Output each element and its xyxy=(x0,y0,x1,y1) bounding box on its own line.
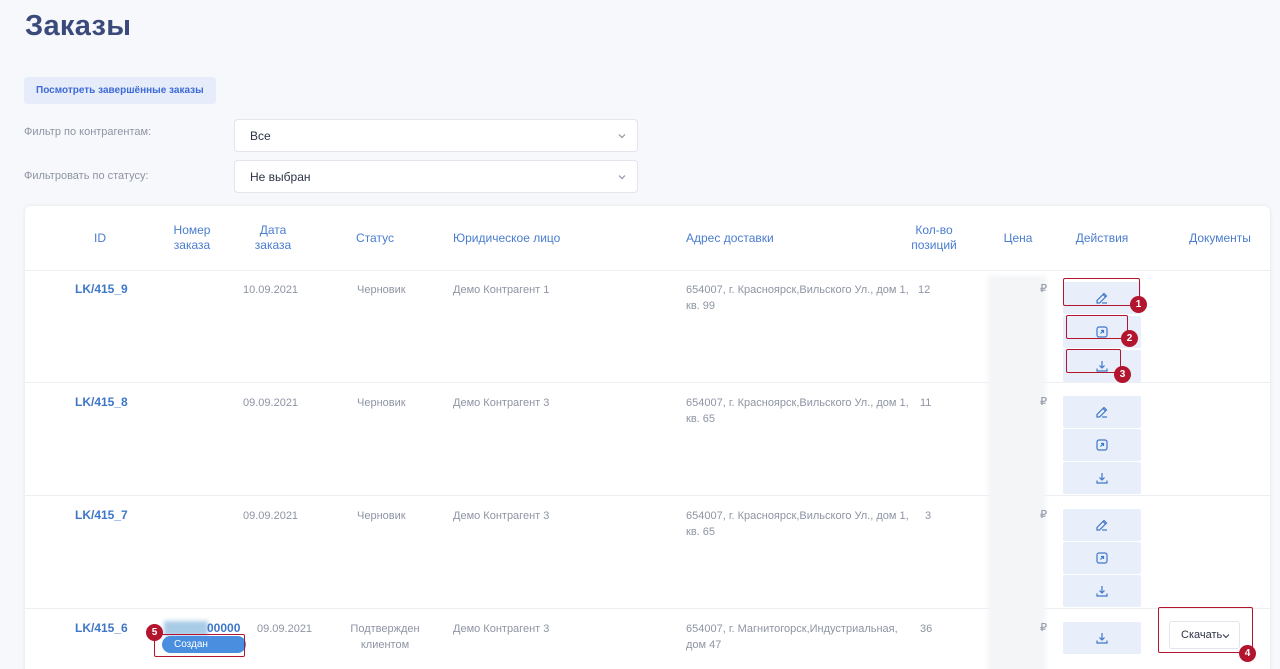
redacted-price-column xyxy=(988,276,1046,669)
legal-entity: Демо Контрагент 3 xyxy=(453,623,550,635)
download-order-button[interactable] xyxy=(1063,462,1141,494)
order-status: Подтвержден клиентом xyxy=(350,623,420,651)
header-order-number: Номер заказа xyxy=(173,223,211,252)
annotation-marker-5: 5 xyxy=(146,624,163,641)
open-external-icon xyxy=(1096,552,1108,564)
order-id-link[interactable]: LK/415_7 xyxy=(75,507,128,523)
delivery-address: 654007, г. Красноярск,Вильского Ул., дом… xyxy=(686,510,909,538)
order-status-pill: Создан xyxy=(162,636,246,653)
open-external-icon xyxy=(1096,326,1108,338)
order-date: 09.09.2021 xyxy=(243,397,299,409)
counterparty-filter-label: Фильтр по контрагентам: xyxy=(24,126,152,138)
annotation-marker-3: 3 xyxy=(1114,366,1131,383)
order-id-link[interactable]: LK/415_6 xyxy=(75,620,128,636)
header-date: Дата заказа xyxy=(254,223,292,252)
header-actions: Действия xyxy=(1075,230,1129,245)
edit-icon xyxy=(1096,292,1108,304)
download-order-button[interactable] xyxy=(1063,575,1141,607)
edit-order-button[interactable] xyxy=(1063,396,1141,428)
price-currency-overlay: ₽ xyxy=(1040,509,1047,521)
order-status: Черновик xyxy=(357,397,406,409)
order-status: Черновик xyxy=(357,510,406,522)
download-order-button[interactable] xyxy=(1063,622,1141,654)
documents-download-dropdown[interactable]: Скачать xyxy=(1169,621,1240,649)
order-number: 00000 xyxy=(207,621,241,635)
page-title: Заказы xyxy=(25,10,132,42)
orders-table: ID Номер заказа Дата заказа Статус Юриди… xyxy=(25,206,1270,669)
counterparty-filter-select[interactable]: Все xyxy=(234,119,638,152)
redacted-order-prefix xyxy=(164,621,208,636)
header-address: Адрес доставки xyxy=(686,230,774,245)
status-filter-value: Не выбран xyxy=(250,169,311,184)
delivery-address: 654007, г. Красноярск,Вильского Ул., дом… xyxy=(686,397,909,425)
header-quantity: Кол-во позиций xyxy=(911,223,957,252)
counterparty-filter-value: Все xyxy=(250,128,271,143)
delivery-address: 654007, г. Магнитогорск,Индустриальная, … xyxy=(686,623,898,651)
header-id: ID xyxy=(94,230,106,245)
open-order-button[interactable] xyxy=(1063,429,1141,461)
edit-icon xyxy=(1096,406,1108,418)
download-icon xyxy=(1096,473,1108,484)
order-date: 10.09.2021 xyxy=(243,284,299,296)
edit-icon xyxy=(1096,519,1108,531)
status-filter-label: Фильтровать по статусу: xyxy=(24,170,149,182)
edit-order-button[interactable] xyxy=(1063,509,1141,541)
header-price: Цена xyxy=(1003,230,1033,245)
open-external-icon xyxy=(1096,439,1108,451)
order-id-link[interactable]: LK/415_9 xyxy=(75,281,128,297)
price-currency-overlay: ₽ xyxy=(1040,396,1047,408)
edit-order-button[interactable] xyxy=(1063,282,1141,314)
order-status: Черновик xyxy=(357,284,406,296)
open-order-button[interactable] xyxy=(1063,542,1141,574)
chevron-down-icon xyxy=(618,134,626,139)
table-row: LK/415_9 10.09.2021 Черновик Демо Контра… xyxy=(25,271,1270,383)
chevron-down-icon xyxy=(618,175,626,180)
price-currency-overlay: ₽ xyxy=(1040,283,1047,295)
download-icon xyxy=(1096,361,1108,372)
chevron-down-icon xyxy=(1222,634,1230,639)
order-id-link[interactable]: LK/415_8 xyxy=(75,394,128,410)
header-status: Статус xyxy=(356,230,394,245)
download-dropdown-label: Скачать xyxy=(1181,629,1223,641)
order-date: 09.09.2021 xyxy=(257,623,313,635)
header-legal-entity: Юридическое лицо xyxy=(453,230,561,245)
table-row: LK/415_7 09.09.2021 Черновик Демо Контра… xyxy=(25,497,1270,609)
annotation-marker-1: 1 xyxy=(1130,296,1147,313)
download-icon xyxy=(1096,586,1108,597)
order-date: 09.09.2021 xyxy=(243,510,299,522)
table-row: LK/415_8 09.09.2021 Черновик Демо Контра… xyxy=(25,384,1270,496)
legal-entity: Демо Контрагент 3 xyxy=(453,397,550,409)
download-icon xyxy=(1096,633,1108,644)
positions-count: 12 xyxy=(918,284,931,296)
positions-count: 36 xyxy=(920,623,933,635)
price-currency-overlay: ₽ xyxy=(1040,622,1047,634)
annotation-marker-4: 4 xyxy=(1239,645,1256,662)
table-row: LK/415_6 00000 Создан 09.09.2021 Подтвер… xyxy=(25,610,1270,669)
status-filter-select[interactable]: Не выбран xyxy=(234,160,638,193)
positions-count: 11 xyxy=(920,397,932,409)
delivery-address: 654007, г. Красноярск,Вильского Ул., дом… xyxy=(686,284,909,312)
view-completed-orders-button[interactable]: Посмотреть завершённые заказы xyxy=(24,77,216,104)
legal-entity: Демо Контрагент 1 xyxy=(453,284,550,296)
annotation-marker-2: 2 xyxy=(1121,330,1138,347)
legal-entity: Демо Контрагент 3 xyxy=(453,510,550,522)
header-documents: Документы xyxy=(1189,230,1251,245)
positions-count: 3 xyxy=(925,510,932,522)
